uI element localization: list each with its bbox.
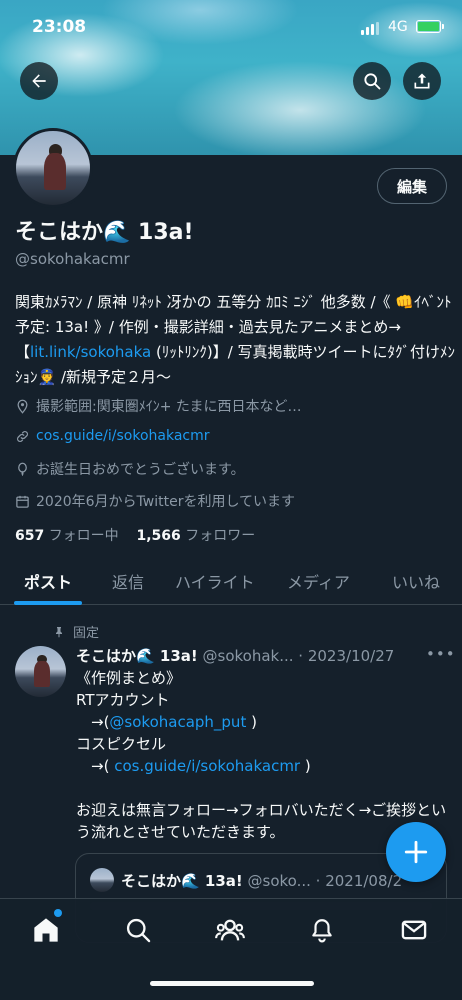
pin-icon [56, 626, 62, 637]
mention-link[interactable]: @sokohacaph_put [109, 713, 246, 731]
tweet-avatar[interactable] [15, 646, 66, 697]
tab-highlights[interactable]: ハイライト [175, 569, 255, 593]
profile-avatar[interactable] [13, 128, 93, 208]
tweet-line: コスピクセル [76, 735, 167, 753]
tweet-meta: @sokohak... · 2023/10/27 [202, 647, 395, 665]
website-row: cos.guide/i/sokohakacmr [15, 428, 210, 444]
location-icon [17, 399, 28, 414]
joined-row: 2020年6月からTwitterを利用しています [15, 491, 295, 511]
calendar-icon [16, 495, 29, 508]
home-icon [34, 918, 58, 942]
status-time: 23:08 [32, 17, 87, 37]
website-link[interactable]: cos.guide/i/sokohakacmr [36, 428, 210, 444]
share-button[interactable] [403, 62, 441, 100]
people-icon [215, 919, 245, 941]
balloon-icon [18, 462, 27, 476]
following-count: 657 [15, 528, 45, 544]
bell-icon [312, 919, 332, 943]
following-link[interactable]: 657 フォロー中 [15, 528, 119, 544]
location-text: 撮影範囲:関東圏ﾒｲﾝ+ たまに西日本など… [36, 399, 302, 415]
tweet-line: ) [246, 713, 257, 731]
active-tab-indicator [14, 601, 82, 605]
pinned-label: 固定 [53, 622, 99, 641]
tweet-text: 《作例まとめ》 RTアカウント →(@sokohacaph_put ) コスピクセル… [76, 667, 452, 843]
signal-icon [361, 22, 379, 35]
profile-tabs: ポスト 返信 ハイライト メディア いいね [0, 557, 462, 605]
joined-text: 2020年6月からTwitterを利用しています [36, 494, 296, 510]
arrow-left-icon [32, 74, 46, 88]
follow-stats: 657 フォロー中 1,566 フォロワー [15, 525, 255, 545]
mail-icon [401, 920, 427, 940]
tweet-line: →( [76, 713, 110, 731]
followers-count: 1,566 [136, 528, 181, 544]
more-options-icon[interactable]: ••• [426, 645, 456, 663]
tweet-line: RTアカウント [76, 691, 170, 709]
birthday-text: お誕生日おめでとうございます。 [36, 462, 245, 478]
status-bar: 23:08 4G [0, 0, 462, 50]
bio-link[interactable]: lit.link/sokohaka [30, 343, 151, 361]
nav-communities[interactable] [210, 913, 250, 947]
link-icon [17, 430, 28, 442]
user-handle: @sokohakacmr [15, 250, 130, 268]
birthday-row: お誕生日おめでとうございます。 [15, 459, 245, 479]
compose-button[interactable] [386, 822, 446, 882]
tweet-line: 《作例まとめ》 [76, 669, 182, 687]
plus-icon [404, 840, 428, 864]
quote-header: そこはか🌊 13a! @soko... · 2021/08/2 [121, 870, 402, 891]
quote-avatar [90, 868, 114, 892]
pinned-text: 固定 [73, 626, 100, 641]
edit-profile-button[interactable]: 編集 [377, 168, 447, 204]
tweet-header: そこはか🌊 13a! @sokohak... · 2023/10/27 [76, 645, 421, 666]
tab-posts[interactable]: ポスト [24, 569, 72, 593]
tab-likes[interactable]: いいね [392, 569, 440, 593]
display-name: そこはか🌊 13a! [15, 220, 194, 245]
tweet-author-name[interactable]: そこはか🌊 13a! [76, 647, 198, 665]
tweet-link[interactable]: cos.guide/i/sokohakacmr [114, 757, 300, 775]
network-type: 4G [388, 19, 408, 35]
quote-meta: @soko... · 2021/08/2 [247, 872, 403, 890]
search-button[interactable] [353, 62, 391, 100]
nav-notifications[interactable] [302, 913, 342, 947]
nav-home[interactable] [26, 909, 66, 947]
following-label: フォロー中 [48, 528, 119, 544]
tweet-line: ) [300, 757, 311, 775]
battery-icon [416, 20, 441, 33]
tab-replies[interactable]: 返信 [112, 569, 144, 593]
nav-search[interactable] [118, 913, 158, 947]
location-row: 撮影範囲:関東圏ﾒｲﾝ+ たまに西日本など… [15, 396, 301, 416]
tab-media[interactable]: メディア [287, 569, 350, 593]
nav-messages[interactable] [394, 913, 434, 947]
tweet-line: →( [76, 757, 115, 775]
followers-label: フォロワー [185, 528, 256, 544]
quote-author-name: そこはか🌊 13a! [121, 872, 243, 890]
search-icon [126, 918, 151, 943]
profile-bio: 関東ｶﾒﾗﾏﾝ / 原神 ﾘﾈｯﾄ 冴かの 五等分 ｶﾛﾐ ﾆｼﾞ 他多数 /《… [15, 290, 455, 390]
notification-dot [54, 909, 62, 917]
share-icon [414, 73, 430, 89]
followers-link[interactable]: 1,566 フォロワー [137, 528, 256, 544]
home-indicator[interactable] [150, 981, 314, 986]
search-icon [364, 73, 381, 90]
back-button[interactable] [20, 62, 58, 100]
